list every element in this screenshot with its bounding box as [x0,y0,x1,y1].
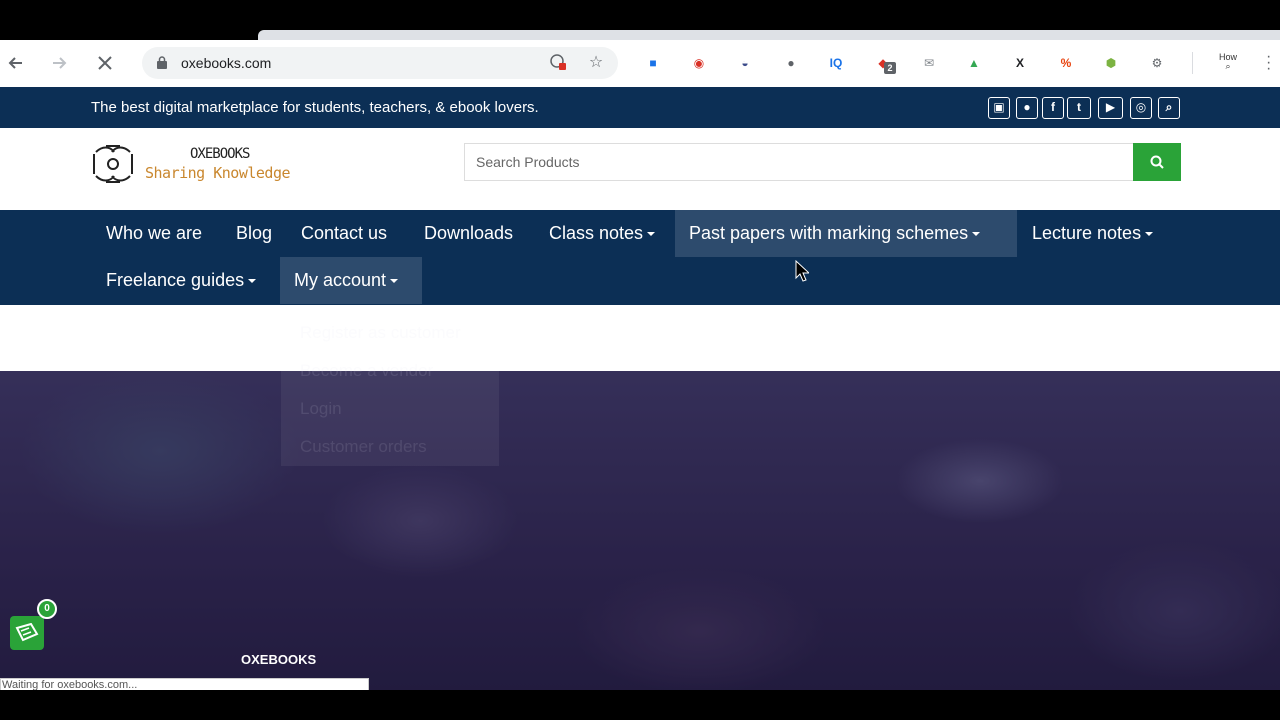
dropdown-register-customer[interactable]: Register as customer [300,323,461,343]
logo-subtitle: Sharing Knowledge [145,164,291,182]
forward-icon[interactable] [37,40,83,86]
nav-label: Contact us [301,223,388,243]
ext-blue-icon[interactable]: ■ [642,52,664,74]
site-topbar: The best digital marketplace for student… [0,87,1280,128]
ext-cube-icon[interactable]: ⬢ [1100,52,1122,74]
caret-down-icon [248,279,257,284]
dropdown-customer-orders[interactable]: Customer orders [300,437,427,457]
twitter-icon[interactable]: t [1067,97,1091,119]
ext-percent-icon[interactable]: % [1055,52,1077,74]
search-icon[interactable]: ⌕ [1158,97,1180,119]
nav-label: Freelance guides [106,270,245,290]
user-icon[interactable]: ● [1016,97,1038,119]
nav-class-notes[interactable]: Class notes [535,210,669,257]
ext-gear-icon[interactable]: ⚙ [1146,52,1168,74]
lock-icon [157,56,167,69]
nav-label: Lecture notes [1032,223,1142,243]
nav-label: Who we are [106,223,203,243]
youtube-icon[interactable]: ▶ [1098,97,1123,119]
ext-iq-icon[interactable]: IQ [825,52,847,74]
facebook-icon[interactable]: f [1042,97,1064,119]
url-text: oxebooks.com [181,55,272,71]
caret-down-icon [390,279,399,284]
nav-label: My account [294,270,387,290]
bag-icon[interactable]: ▣ [988,97,1010,119]
ext-inbox-icon[interactable]: ▲ [963,52,985,74]
caret-down-icon [1145,232,1154,237]
nav-my-account[interactable]: My account [280,257,422,304]
nav-blog[interactable]: Blog [222,210,286,257]
ext-red-icon[interactable]: ◉ [688,52,710,74]
menu-kebab-icon[interactable]: · · · [1266,49,1274,77]
nav-lecture-notes[interactable]: Lecture notes [1018,210,1167,257]
back-icon[interactable] [0,40,38,86]
bookmark-star-icon[interactable]: ☆ [586,53,606,73]
nav-downloads[interactable]: Downloads [410,210,527,257]
ext-mail-icon[interactable]: ✉ [918,52,940,74]
ext-x-icon[interactable]: X [1009,52,1031,74]
logo-title: OXEBOOKS [190,146,250,162]
dropdown-become-vendor[interactable]: Become a vendor [300,361,433,381]
my-account-dropdown: Register as customer Become a vendor Log… [281,313,499,466]
magnifier-icon: ⌕ [1225,61,1231,71]
nav-contact-us[interactable]: Contact us [287,210,401,257]
screen-top-border [0,0,1280,30]
nav-label: Class notes [549,223,644,243]
extension-badge: 2 [884,62,896,74]
cart-icon [15,623,39,642]
cart-count-badge: 0 [37,599,57,619]
search-products-input[interactable]: Search Products [464,143,1134,181]
ext-leaf-icon[interactable]: ● [780,52,802,74]
browser-toolbar: oxebooks.com ☆ ■ ◉ ◒ ● IQ ◆ 2 ✉ ▲ X% ⬢ ⚙ How ⌕ · · · [0,40,1280,87]
caret-down-icon [972,232,981,237]
search-button[interactable] [1133,143,1181,181]
screen-bottom-border [0,690,1280,720]
profile-button[interactable]: How ⌕ [1216,53,1240,75]
site-tagline: The best digital marketplace for student… [91,99,539,116]
nav-freelance-guides[interactable]: Freelance guides [92,257,270,304]
caret-down-icon [647,232,656,237]
translate-blocked-icon[interactable] [548,53,568,73]
logo-hands-icon[interactable] [90,142,136,186]
whatsapp-icon[interactable]: ◎ [1130,97,1152,119]
nav-label: Blog [236,223,273,243]
address-bar[interactable]: oxebooks.com ☆ [142,47,618,79]
floating-cart-button[interactable] [10,616,44,650]
ext-navy-icon[interactable]: ◒ [734,52,756,74]
content-spacer [0,305,1280,371]
toolbar-divider [1192,52,1193,74]
nav-who-we-are[interactable]: Who we are [92,210,216,257]
main-navigation: Who we are Blog Contact us Downloads Cla… [0,210,1280,305]
mouse-cursor-icon [795,260,809,282]
site-header: OXEBOOKS Sharing Knowledge Search Produc… [0,128,1280,210]
hero-brand-text: OXEBOOKS [241,652,317,667]
search-icon [1150,155,1164,169]
hero-banner-image [0,371,1280,690]
nav-past-papers[interactable]: Past papers with marking schemes [675,210,1017,257]
nav-label: Past papers with marking schemes [689,223,969,243]
ext-shield-icon[interactable]: ◆ 2 [872,52,896,74]
tab-strip [258,30,1280,40]
hero-overlay [0,371,1280,690]
dropdown-login[interactable]: Login [300,399,342,419]
nav-label: Downloads [424,223,514,243]
stop-loading-icon[interactable] [82,40,128,86]
